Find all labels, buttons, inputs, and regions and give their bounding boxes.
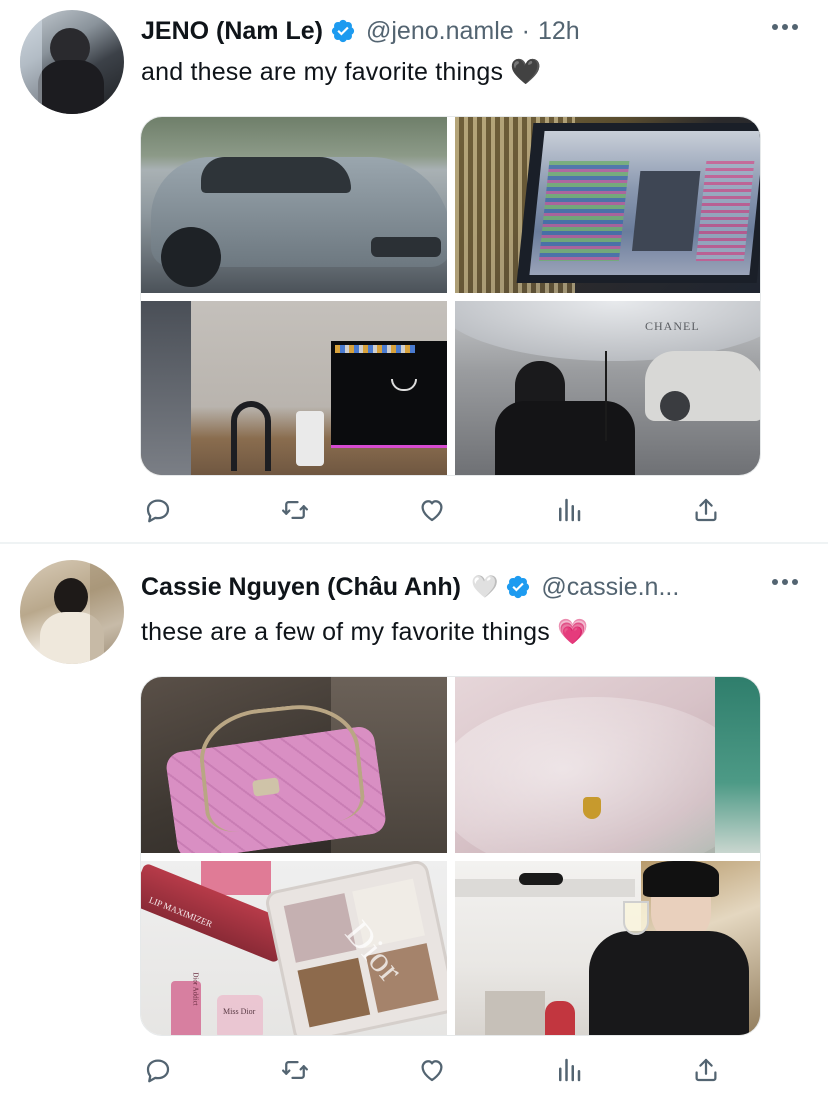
verified-badge-icon [331,19,355,43]
share-icon[interactable] [688,492,724,528]
tweet-header: Cassie Nguyen (Châu Anh) 🤍 @cassie.n... [141,572,679,602]
more-options-icon[interactable] [772,579,798,587]
tweet[interactable]: Cassie Nguyen (Châu Anh) 🤍 @cassie.n... … [0,544,828,1101]
tweet-text: these are a few of my favorite things 💗 [141,618,589,646]
white-heart-emoji: 🤍 [470,574,499,599]
author-name[interactable]: Cassie Nguyen (Châu Anh) [141,573,461,602]
author-name[interactable]: JENO (Nam Le) [141,17,323,46]
avatar[interactable] [20,10,124,114]
photo-sports-car[interactable] [141,117,447,293]
reply-icon[interactable] [140,1052,176,1088]
action-bar [140,492,730,528]
media-grid: LIP MAXIMIZER Dior Dior Addict Miss Dior [140,676,761,1036]
views-icon[interactable] [551,1052,587,1088]
like-icon[interactable] [414,1052,450,1088]
photo-label: Miss Dior [223,1007,256,1016]
like-icon[interactable] [414,492,450,528]
retweet-icon[interactable] [277,1052,313,1088]
photo-umbrella-woman[interactable]: CHANEL [455,301,760,475]
photo-label: Dior Addict [191,972,200,1006]
verified-badge-icon [507,575,530,599]
photo-studio-console[interactable] [455,117,760,293]
timestamp[interactable]: 12h [538,17,580,46]
tweet-text: and these are my favorite things 🖤 [141,58,542,86]
views-icon[interactable] [551,492,587,528]
photo-dior-makeup[interactable]: LIP MAXIMIZER Dior Dior Addict Miss Dior [141,861,447,1035]
photo-man-wine[interactable] [455,861,760,1035]
photo-pink-car[interactable] [455,677,760,853]
tweet-header: JENO (Nam Le) @jeno.namle · 12h [141,16,580,46]
separator-dot: · [521,16,530,45]
retweet-icon[interactable] [277,492,313,528]
action-bar [140,1052,730,1088]
photo-pink-bag[interactable] [141,677,447,853]
author-handle[interactable]: @cassie.n... [541,573,679,602]
share-icon[interactable] [688,1052,724,1088]
photo-label: CHANEL [645,319,700,333]
tweet[interactable]: JENO (Nam Le) @jeno.namle · 12h and thes… [0,0,828,543]
avatar[interactable] [20,560,124,664]
photo-desk-setup[interactable] [141,301,447,475]
more-options-icon[interactable] [772,24,798,32]
author-handle[interactable]: @jeno.namle [366,17,514,46]
media-grid: CHANEL [140,116,761,476]
reply-icon[interactable] [140,492,176,528]
